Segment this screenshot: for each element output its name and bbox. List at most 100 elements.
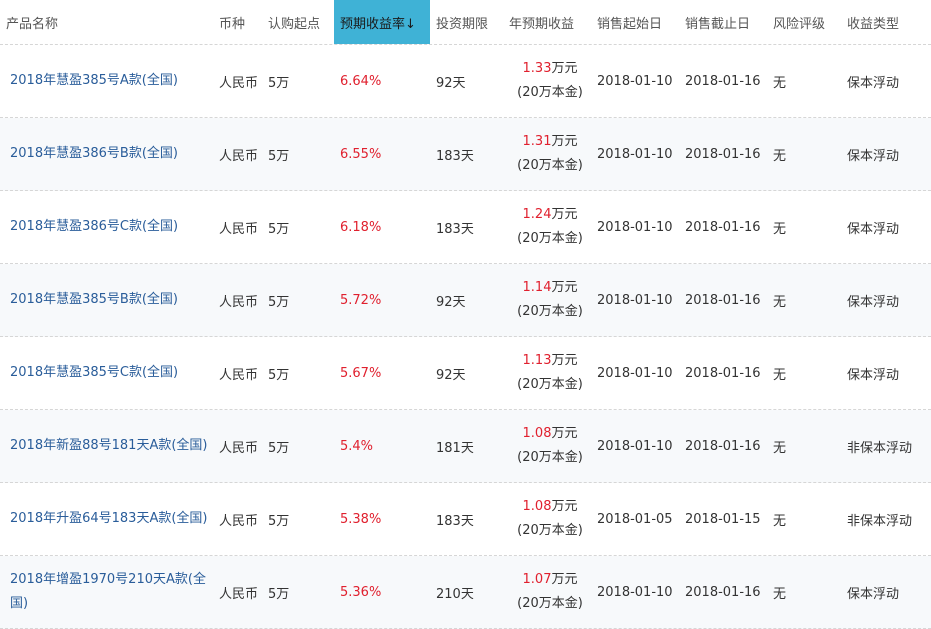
annual-return-amount: 1.14万元 (523, 276, 578, 300)
annual-return-principal-note: (20万本金) (517, 158, 583, 173)
risk-level-cell: 无 (773, 513, 787, 529)
product-name-link[interactable]: 2018年慧盈386号B款(全国) (10, 142, 178, 166)
header-term[interactable]: 投资期限 (430, 0, 503, 44)
sale-end-cell: 2018-01-16 (685, 146, 761, 162)
header-sale-end[interactable]: 销售截止日 (679, 0, 767, 44)
header-annual-return[interactable]: 年预期收益 (503, 0, 591, 44)
annual-return-cell: 1.14万元 (20万本金) (503, 264, 591, 336)
product-table: 产品名称 币种 认购起点 预期收益率↓ 投资期限 年预期收益 销售起始日 销售截… (0, 0, 931, 629)
min-purchase-cell: 5万 (268, 586, 290, 602)
annual-return-amount: 1.08万元 (523, 495, 578, 519)
product-name-link[interactable]: 2018年慧盈386号C款(全国) (10, 215, 178, 239)
annual-return-principal-note: (20万本金) (517, 523, 583, 538)
product-name-link[interactable]: 2018年增盈1970号210天A款(全国) (10, 568, 213, 616)
annual-return-unit: 万元 (551, 61, 578, 76)
return-type-cell: 保本浮动 (847, 221, 900, 237)
annual-return-amount: 1.07万元 (523, 568, 578, 592)
annual-return-cell: 1.07万元 (20万本金) (503, 556, 591, 628)
currency-cell: 人民币 (219, 586, 259, 602)
product-name-cell: 2018年增盈1970号210天A款(全国) (0, 556, 213, 628)
product-name-link[interactable]: 2018年慧盈385号C款(全国) (10, 361, 178, 385)
product-name-cell: 2018年慧盈386号C款(全国) (0, 191, 213, 263)
currency-cell: 人民币 (219, 367, 259, 383)
sale-end-cell: 2018-01-16 (685, 365, 761, 381)
expected-rate-cell: 6.55% (340, 146, 382, 162)
term-cell: 92天 (436, 75, 466, 91)
header-expected-rate-sorted[interactable]: 预期收益率↓ (334, 0, 430, 44)
annual-return-value: 1.07 (522, 572, 552, 587)
header-currency[interactable]: 币种 (213, 0, 262, 44)
term-cell: 92天 (436, 367, 466, 383)
min-purchase-cell: 5万 (268, 294, 290, 310)
sale-start-cell: 2018-01-10 (597, 365, 673, 381)
sale-end-cell: 2018-01-16 (685, 584, 761, 600)
risk-level-cell: 无 (773, 148, 787, 164)
product-name-link[interactable]: 2018年新盈88号181天A款(全国) (10, 434, 207, 458)
term-cell: 183天 (436, 148, 474, 164)
expected-rate-cell: 5.72% (340, 292, 382, 308)
expected-rate-cell: 5.4% (340, 438, 374, 454)
return-type-cell: 保本浮动 (847, 148, 900, 164)
term-cell: 181天 (436, 440, 474, 456)
product-name-cell: 2018年慧盈385号C款(全国) (0, 337, 213, 409)
annual-return-unit: 万元 (551, 426, 578, 441)
header-product-name[interactable]: 产品名称 (0, 0, 213, 44)
table-body: 2018年慧盈385号A款(全国) 人民币 5万 6.64% 92天 1.33万元 (20万… (0, 45, 931, 629)
risk-level-cell: 无 (773, 367, 787, 383)
sale-end-cell: 2018-01-16 (685, 219, 761, 235)
currency-cell: 人民币 (219, 221, 259, 237)
header-risk-level[interactable]: 风险评级 (767, 0, 841, 44)
annual-return-unit: 万元 (551, 207, 578, 222)
annual-return-value: 1.08 (522, 426, 552, 441)
sale-start-cell: 2018-01-05 (597, 511, 673, 527)
table-row: 2018年升盈64号183天A款(全国) 人民币 5万 5.38% 183天 1.08万元… (0, 483, 931, 556)
header-return-type[interactable]: 收益类型 (841, 0, 931, 44)
product-name-link[interactable]: 2018年慧盈385号A款(全国) (10, 69, 178, 93)
currency-cell: 人民币 (219, 148, 259, 164)
annual-return-amount: 1.08万元 (523, 422, 578, 446)
table-row: 2018年慧盈386号B款(全国) 人民币 5万 6.55% 183天 1.31万元 (20… (0, 118, 931, 191)
product-name-link[interactable]: 2018年升盈64号183天A款(全国) (10, 507, 207, 531)
product-name-cell: 2018年慧盈385号A款(全国) (0, 45, 213, 117)
annual-return-value: 1.31 (522, 134, 552, 149)
header-min-purchase[interactable]: 认购起点 (262, 0, 334, 44)
sale-start-cell: 2018-01-10 (597, 73, 673, 89)
table-row: 2018年增盈1970号210天A款(全国) 人民币 5万 5.36% 210天 1.07… (0, 556, 931, 629)
currency-cell: 人民币 (219, 75, 259, 91)
annual-return-value: 1.13 (522, 353, 552, 368)
sale-start-cell: 2018-01-10 (597, 146, 673, 162)
return-type-cell: 非保本浮动 (847, 513, 913, 529)
risk-level-cell: 无 (773, 75, 787, 91)
currency-cell: 人民币 (219, 513, 259, 529)
table-row: 2018年慧盈385号C款(全国) 人民币 5万 5.67% 92天 1.13万元 (20万… (0, 337, 931, 410)
annual-return-cell: 1.33万元 (20万本金) (503, 45, 591, 117)
sale-end-cell: 2018-01-16 (685, 292, 761, 308)
sale-start-cell: 2018-01-10 (597, 584, 673, 600)
annual-return-unit: 万元 (551, 134, 578, 149)
currency-cell: 人民币 (219, 440, 259, 456)
table-row: 2018年慧盈385号B款(全国) 人民币 5万 5.72% 92天 1.14万元 (20万… (0, 264, 931, 337)
annual-return-cell: 1.08万元 (20万本金) (503, 410, 591, 482)
annual-return-value: 1.14 (522, 280, 552, 295)
sale-start-cell: 2018-01-10 (597, 219, 673, 235)
annual-return-cell: 1.24万元 (20万本金) (503, 191, 591, 263)
sale-end-cell: 2018-01-16 (685, 73, 761, 89)
return-type-cell: 保本浮动 (847, 294, 900, 310)
return-type-cell: 保本浮动 (847, 586, 900, 602)
annual-return-value: 1.24 (522, 207, 552, 222)
product-name-link[interactable]: 2018年慧盈385号B款(全国) (10, 288, 178, 312)
annual-return-principal-note: (20万本金) (517, 450, 583, 465)
sale-start-cell: 2018-01-10 (597, 292, 673, 308)
expected-rate-cell: 6.64% (340, 73, 382, 89)
expected-rate-cell: 5.36% (340, 584, 382, 600)
sale-end-cell: 2018-01-16 (685, 438, 761, 454)
table-row: 2018年慧盈385号A款(全国) 人民币 5万 6.64% 92天 1.33万元 (20万… (0, 45, 931, 118)
header-sale-start[interactable]: 销售起始日 (591, 0, 679, 44)
annual-return-unit: 万元 (551, 280, 578, 295)
annual-return-principal-note: (20万本金) (517, 304, 583, 319)
expected-rate-cell: 5.38% (340, 511, 382, 527)
currency-cell: 人民币 (219, 294, 259, 310)
annual-return-amount: 1.24万元 (523, 203, 578, 227)
annual-return-amount: 1.33万元 (523, 57, 578, 81)
annual-return-unit: 万元 (551, 572, 578, 587)
